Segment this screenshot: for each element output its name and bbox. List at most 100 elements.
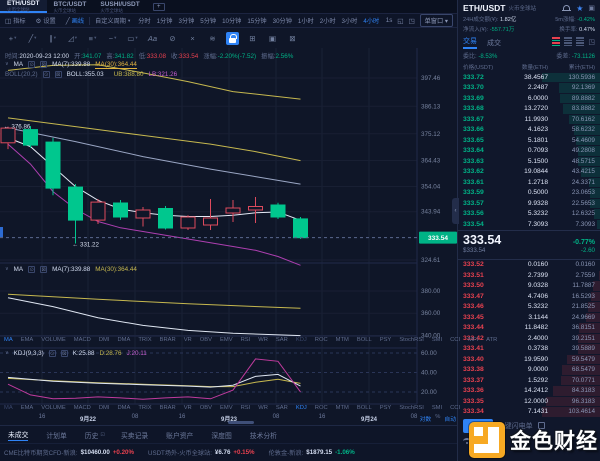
draw-button[interactable]: ╱ 画线	[61, 16, 89, 25]
indicator-tab[interactable]: StochRSI	[395, 405, 428, 411]
settings-button[interactable]: ⚙ 设置	[31, 16, 61, 25]
indicator-tab[interactable]: MTM	[332, 405, 353, 411]
bid-row[interactable]: 333.46 5.3232 21.8525	[458, 302, 600, 313]
favorite-star-icon[interactable]: ★	[576, 4, 583, 13]
ask-row[interactable]: 333.64 0.7093 49.2808	[458, 146, 600, 157]
draw-tool-icon[interactable]: ⊠	[284, 34, 301, 43]
ticker-item[interactable]: CME比特币期货CFD-新浪: $10460.00 +0.20%	[4, 448, 134, 457]
indicator-tab[interactable]: MA	[0, 337, 17, 343]
bid-row[interactable]: 333.47 4.7406 16.5293	[458, 291, 600, 302]
indicator-tab[interactable]: BRAR	[156, 337, 180, 343]
draw-tool-icon[interactable]: ≋	[204, 34, 221, 43]
indicator-close-icon[interactable]: ⊠	[61, 350, 68, 357]
draw-tool-icon[interactable]: ╱▾	[24, 34, 41, 43]
indicator-tab[interactable]: EMA	[17, 405, 38, 411]
indicator-tab[interactable]: MACD	[70, 337, 95, 343]
pair-tab[interactable]: BTC/USDT 火币全球站	[47, 0, 94, 13]
bottom-tab[interactable]: 未成交	[8, 429, 30, 441]
indicator-settings-icon[interactable]: ⊙	[28, 61, 35, 68]
bid-row[interactable]: 333.52 0.0160 0.0160	[458, 260, 600, 271]
bid-row[interactable]: 333.36 14.2412 84.3183	[458, 386, 600, 397]
book-view-both-icon[interactable]	[552, 37, 560, 46]
ask-row[interactable]: 333.68 13.2720 83.8882	[458, 104, 600, 115]
pair-tab[interactable]: ETH/USDT 火币全球站	[0, 0, 47, 13]
bid-row[interactable]: 333.40 19.9590 59.5479	[458, 354, 600, 365]
indicator-tab[interactable]: CCI	[446, 405, 464, 411]
interval-1s-label[interactable]: 1s	[386, 17, 393, 24]
indicator-tab[interactable]: RSI	[237, 337, 255, 343]
bottom-tab[interactable]: 账户资产	[166, 430, 195, 440]
indicator-tab[interactable]: MTM	[332, 337, 353, 343]
indicator-tab[interactable]: TRIX	[134, 337, 155, 343]
draw-tool-icon[interactable]: ⊞	[244, 34, 261, 43]
indicator-tab[interactable]: VOLUME	[37, 405, 69, 411]
bottom-tab[interactable]: 计划单	[46, 430, 68, 440]
ask-row[interactable]: 333.57 9.9328 22.5653	[458, 198, 600, 209]
indicator-tab[interactable]: ROC	[311, 405, 332, 411]
period-tab[interactable]: 4小时	[360, 16, 382, 25]
indicator-tab[interactable]: BRAR	[156, 405, 180, 411]
indicator-tab[interactable]: SAR	[272, 337, 292, 343]
bid-row[interactable]: 333.38 9.0000 68.5479	[458, 365, 600, 376]
draw-tool-icon[interactable]: Aa	[144, 34, 161, 43]
indicator-tab[interactable]: TRIX	[134, 405, 155, 411]
indicator-tab[interactable]: EMA	[17, 337, 38, 343]
indicator-tab[interactable]: VOLUME	[37, 337, 69, 343]
draw-tool-icon[interactable]: ≡▾	[84, 34, 101, 43]
indicator-tab[interactable]: DMI	[95, 405, 114, 411]
ask-row[interactable]: 333.65 5.1801 54.4609	[458, 135, 600, 146]
indicator-tab[interactable]: WR	[254, 405, 272, 411]
draw-tool-icon[interactable]: ×	[184, 34, 201, 43]
indicator-tab[interactable]: VR	[180, 405, 196, 411]
indicator-tab[interactable]: DMA	[113, 337, 134, 343]
popout-icon[interactable]: ◳	[408, 17, 414, 25]
indicator-tab[interactable]: OBV	[196, 337, 216, 343]
indicator-close-icon[interactable]: ⊠	[55, 71, 62, 78]
tab-deals[interactable]: 成交	[487, 36, 501, 48]
indicator-tab[interactable]: KDJ	[292, 337, 311, 343]
bottom-tab[interactable]: 技术分析	[250, 430, 279, 440]
book-view-buy-icon[interactable]	[564, 37, 572, 46]
indicator-tab[interactable]: MA	[0, 405, 17, 411]
add-pair-button[interactable]: +	[153, 3, 165, 11]
indicator-tab[interactable]: PSY	[376, 337, 396, 343]
ask-row[interactable]: 333.66 4.1623 58.6232	[458, 125, 600, 136]
fullscreen-icon[interactable]: ◱	[397, 17, 403, 25]
bid-row[interactable]: 333.41 0.3738 39.5889	[458, 344, 600, 355]
indicator-tab[interactable]: VR	[180, 337, 196, 343]
ask-row[interactable]: 333.67 11.9930 70.6162	[458, 114, 600, 125]
custom-period-dropdown[interactable]: 自定义周期 ▾	[90, 16, 135, 25]
period-tab[interactable]: 10分钟	[219, 16, 244, 25]
percent-scale-toggle[interactable]: %	[435, 414, 440, 423]
period-tab[interactable]: 3分钟	[175, 16, 197, 25]
panel-collapse-handle[interactable]: ‹	[452, 198, 459, 224]
indicator-close-icon[interactable]: ⊠	[40, 266, 47, 273]
bid-row[interactable]: 333.45 3.1144 24.9669	[458, 312, 600, 323]
lock-icon[interactable]	[226, 32, 239, 45]
period-tab[interactable]: 1分钟	[154, 16, 176, 25]
indicator-tab[interactable]: SAR	[272, 405, 292, 411]
popout-icon[interactable]: ◳	[588, 38, 595, 46]
indicator-tab[interactable]: DMI	[95, 337, 114, 343]
pair-tab[interactable]: SUSHI/USDT 火币全球站	[93, 0, 146, 13]
bid-row[interactable]: 333.34 7.1431 103.4614	[458, 407, 600, 418]
period-tab[interactable]: 30分钟	[270, 16, 295, 25]
period-tab[interactable]: 3小时	[339, 16, 361, 25]
ticker-item[interactable]: USDT场外-火币全球站: ¥6.76 +0.15%	[148, 448, 255, 457]
indicator-tab[interactable]: WR	[254, 337, 272, 343]
bottom-tab[interactable]: 历史⊡	[85, 430, 105, 440]
draw-tool-icon[interactable]: ▣	[264, 34, 281, 43]
indicator-settings-icon[interactable]: ⊙	[49, 350, 56, 357]
indicator-tab[interactable]: ROC	[311, 337, 332, 343]
bottom-tab[interactable]: 深度图	[211, 430, 233, 440]
ask-row[interactable]: 333.70 2.2487 92.1369	[458, 83, 600, 94]
draw-tool-icon[interactable]: ~▾	[104, 34, 121, 43]
chart-scrollbar[interactable]	[228, 421, 254, 424]
indicator-tab[interactable]: EMV	[216, 405, 237, 411]
period-tab[interactable]: 分时	[135, 16, 153, 25]
ask-row[interactable]: 333.69 6.0000 89.8882	[458, 93, 600, 104]
ask-row[interactable]: 333.72 38.4567 130.5936	[458, 72, 600, 83]
draw-tool-icon[interactable]: ▭▾	[124, 34, 141, 43]
indicator-tab[interactable]: CCI	[446, 337, 464, 343]
bid-row[interactable]: 333.37 1.5292 70.0771	[458, 375, 600, 386]
